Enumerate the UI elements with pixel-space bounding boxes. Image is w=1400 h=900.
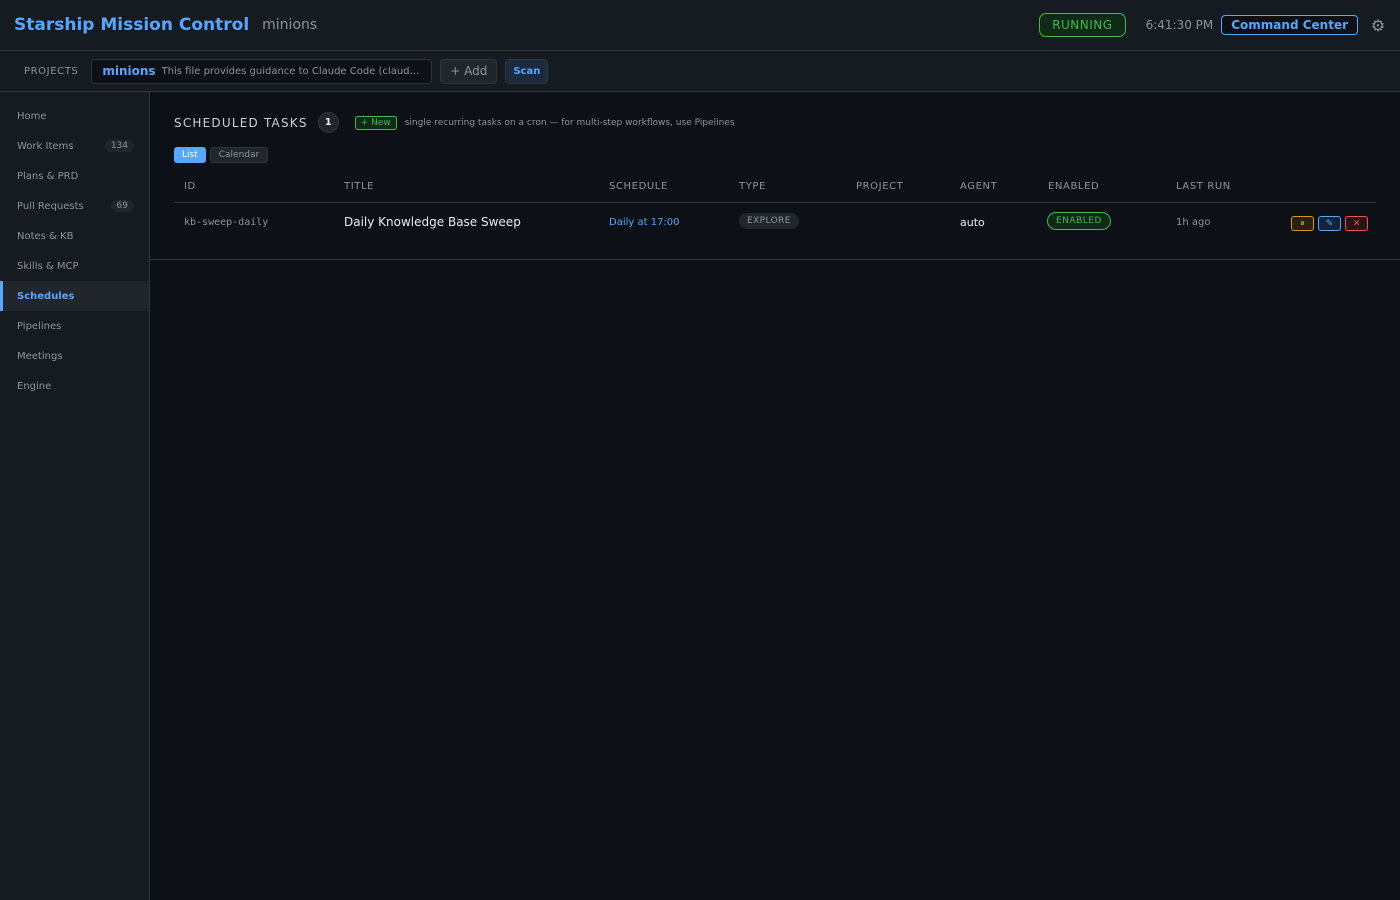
- schedule-agent: auto: [960, 216, 985, 229]
- project-description: This file provides guidance to Claude Co…: [161, 65, 422, 77]
- table-row[interactable]: kb-sweep-daily Daily Knowledge Base Swee…: [174, 203, 1376, 243]
- edit-icon[interactable]: ✎: [1318, 216, 1341, 231]
- table-header: ID TITLE SCHEDULE TYPE PROJECT AGENT ENA…: [174, 176, 1376, 203]
- sidebar-item-work-items[interactable]: Work Items 134: [0, 131, 149, 161]
- sidebar-item-meetings[interactable]: Meetings: [0, 341, 149, 371]
- projects-label: PROJECTS: [24, 65, 79, 77]
- sidebar-item-label: Pipelines: [17, 320, 62, 332]
- sidebar-item-label: Notes & KB: [17, 230, 74, 242]
- schedule-title: Daily Knowledge Base Sweep: [344, 215, 521, 229]
- list-view-button[interactable]: List: [174, 147, 206, 163]
- command-center-button[interactable]: Command Center: [1221, 15, 1358, 35]
- column-header-last-run: LAST RUN: [1176, 181, 1231, 192]
- column-header-schedule: SCHEDULE: [609, 181, 668, 192]
- project-name: minions: [102, 64, 156, 78]
- sidebar-item-notes-kb[interactable]: Notes & KB: [0, 221, 149, 251]
- clock: 6:41:30 PM: [1145, 18, 1214, 32]
- calendar-view-button[interactable]: Calendar: [209, 147, 269, 163]
- pull-requests-count-badge: 69: [110, 200, 134, 212]
- section-header: SCHEDULED TASKS 1 + New single recurring…: [174, 112, 735, 133]
- work-items-count-badge: 134: [104, 140, 134, 152]
- app-subtitle: minions: [262, 17, 318, 33]
- delete-icon[interactable]: ✕: [1345, 216, 1368, 231]
- header-right: RUNNING 6:41:30 PM Command Center ⚙: [1039, 13, 1386, 37]
- project-chip-minions[interactable]: minions This file provides guidance to C…: [91, 58, 433, 84]
- app-title: Starship Mission Control: [14, 15, 250, 35]
- sidebar-item-label: Work Items: [17, 140, 74, 152]
- task-count-badge: 1: [317, 112, 339, 133]
- column-header-id: ID: [184, 181, 196, 192]
- sidebar-item-schedules[interactable]: Schedules: [0, 281, 149, 311]
- sidebar-item-label: Skills & MCP: [17, 260, 79, 272]
- main-content: SCHEDULED TASKS 1 + New single recurring…: [150, 92, 1400, 900]
- type-badge: EXPLORE: [739, 213, 799, 229]
- schedule-cron: Daily at 17:00: [609, 217, 680, 228]
- page-title: SCHEDULED TASKS: [174, 115, 308, 130]
- schedules-table: ID TITLE SCHEDULE TYPE PROJECT AGENT ENA…: [174, 176, 1376, 243]
- top-header: Starship Mission Control minions RUNNING…: [0, 0, 1400, 51]
- sidebar-item-pipelines[interactable]: Pipelines: [0, 311, 149, 341]
- column-header-title: TITLE: [344, 181, 375, 192]
- new-schedule-button[interactable]: + New: [354, 115, 397, 130]
- sidebar-item-label: Meetings: [17, 350, 63, 362]
- add-project-button[interactable]: + Add: [440, 58, 498, 84]
- engine-status-badge: RUNNING: [1039, 13, 1126, 37]
- sidebar-item-label: Engine: [17, 380, 52, 392]
- pause-icon[interactable]: ⏸: [1291, 216, 1314, 231]
- sidebar-item-label: Pull Requests: [17, 200, 84, 212]
- sidebar-item-engine[interactable]: Engine: [0, 371, 149, 401]
- view-toggle: List Calendar: [174, 147, 269, 163]
- column-header-enabled: ENABLED: [1048, 181, 1100, 192]
- sidebar-item-skills-mcp[interactable]: Skills & MCP: [0, 251, 149, 281]
- sidebar: Home Work Items 134 Plans & PRD Pull Req…: [0, 92, 150, 900]
- section-hint: single recurring tasks on a cron — for m…: [404, 117, 735, 128]
- projects-bar: PROJECTS minions This file provides guid…: [0, 51, 1400, 92]
- table-divider: [150, 259, 1400, 260]
- sidebar-item-pull-requests[interactable]: Pull Requests 69: [0, 191, 149, 221]
- column-header-type: TYPE: [739, 181, 766, 192]
- schedule-id: kb-sweep-daily: [184, 217, 269, 228]
- enabled-toggle[interactable]: ENABLED: [1047, 212, 1111, 230]
- column-header-project: PROJECT: [856, 181, 904, 192]
- sidebar-item-label: Schedules: [17, 290, 75, 302]
- last-run: 1h ago: [1176, 217, 1211, 228]
- sidebar-item-home[interactable]: Home: [0, 101, 149, 131]
- gear-icon[interactable]: ⚙: [1370, 16, 1386, 35]
- sidebar-item-label: Plans & PRD: [17, 170, 79, 182]
- sidebar-item-label: Home: [17, 110, 47, 122]
- scan-button[interactable]: Scan: [505, 58, 549, 84]
- sidebar-item-plans-prd[interactable]: Plans & PRD: [0, 161, 149, 191]
- column-header-agent: AGENT: [960, 181, 998, 192]
